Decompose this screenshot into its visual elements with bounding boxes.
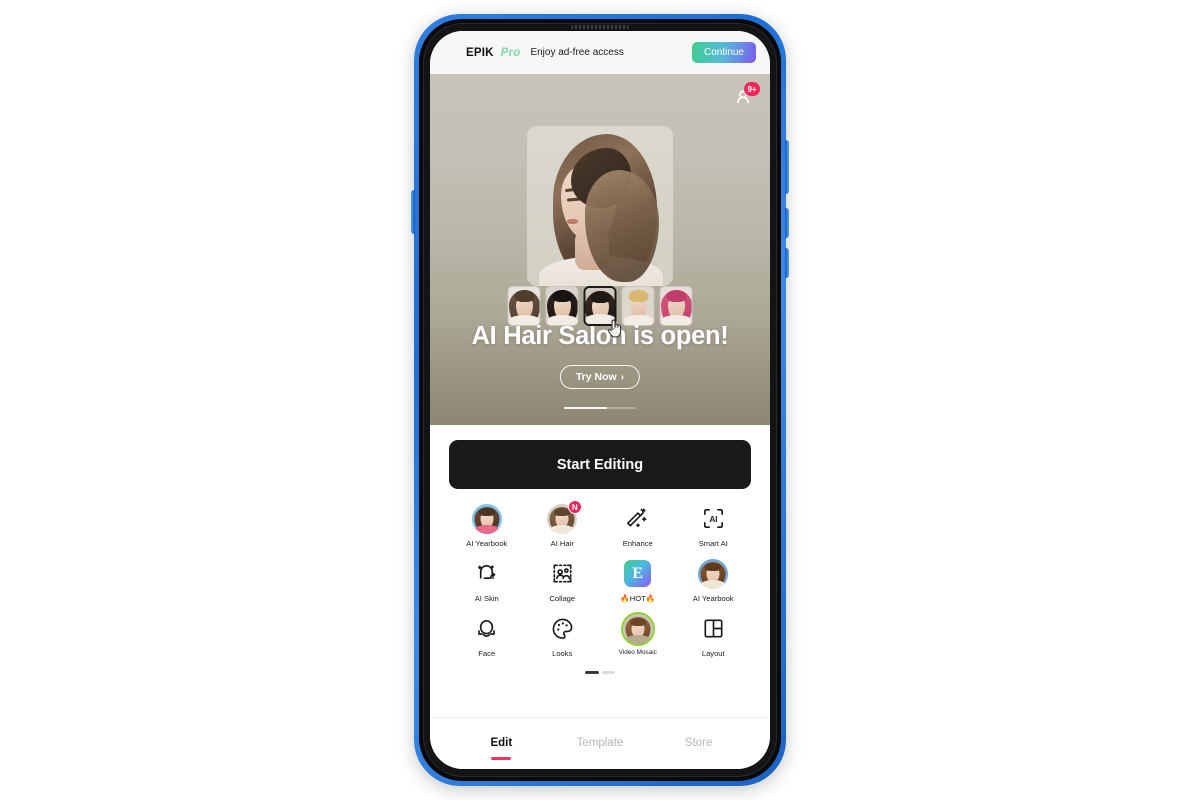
screenshot-stage: EPIK Pro Enjoy ad-free access Continue 9… xyxy=(0,0,1200,800)
hairstyle-thumbnail-4[interactable] xyxy=(621,286,655,326)
svg-text:AI: AI xyxy=(709,515,717,524)
phone-screen: EPIK Pro Enjoy ad-free access Continue 9… xyxy=(430,31,770,769)
tool-tile-label: Video Mosaic xyxy=(618,649,657,656)
tool-tile-hot[interactable]: E 🔥HOT🔥 xyxy=(600,558,676,603)
bottom-tab-bar: Edit Template Store xyxy=(430,717,770,769)
phone-earpiece-speaker xyxy=(571,25,629,29)
tool-grid-page-indicator xyxy=(449,671,751,674)
hairstyle-thumbnail-1[interactable] xyxy=(507,286,541,326)
ai-hair-avatar-icon: N xyxy=(547,500,582,534)
promo-tagline: Enjoy ad-free access xyxy=(530,47,624,58)
paint-palette-icon xyxy=(547,613,578,644)
tool-tile-label: AI Hair xyxy=(550,539,574,548)
tool-tile-ai-yearbook[interactable]: AI Yearbook xyxy=(449,503,525,548)
magic-wand-icon xyxy=(622,503,653,534)
pro-label: Pro xyxy=(500,46,521,59)
tool-tile-layout[interactable]: Layout xyxy=(676,613,752,658)
phone-power-button[interactable] xyxy=(785,140,789,194)
notification-bell-button[interactable]: 9+ xyxy=(730,82,760,112)
tool-tile-label: AI Skin xyxy=(474,594,499,603)
tool-tile-collage[interactable]: Collage xyxy=(525,558,601,603)
tool-tile-label: Looks xyxy=(552,649,573,658)
smart-ai-bracket-icon: AI xyxy=(698,503,729,534)
tool-tile-label: Collage xyxy=(549,594,576,603)
hero-model-image xyxy=(527,126,673,286)
face-outline-icon xyxy=(471,613,502,644)
tool-tile-face[interactable]: Face xyxy=(449,613,525,658)
tool-tile-label: AI Yearbook xyxy=(466,539,508,548)
collage-frame-icon xyxy=(547,558,578,589)
tool-tile-smart-ai[interactable]: AI Smart AI xyxy=(676,503,752,548)
start-editing-button[interactable]: Start Editing xyxy=(449,440,751,489)
try-now-button[interactable]: Try Now › xyxy=(559,365,641,389)
tool-tile-label: Face xyxy=(478,649,496,658)
hand-pointer-icon xyxy=(606,317,624,339)
hero-title: AI Hair Salon is open! xyxy=(471,322,729,350)
hairstyle-thumbnail-strip[interactable] xyxy=(507,286,693,326)
chevron-right-icon: › xyxy=(620,371,625,383)
main-content-sheet: Start Editing AI Yearbook N AI Hair Enhance… xyxy=(430,425,770,769)
continue-button[interactable]: Continue xyxy=(691,42,756,63)
hairstyle-thumbnail-5[interactable] xyxy=(659,286,693,326)
tool-tile-looks[interactable]: Looks xyxy=(525,613,601,658)
notification-count-badge: 9+ xyxy=(744,82,760,96)
phone-volume-down-button[interactable] xyxy=(785,248,789,278)
tab-template[interactable]: Template xyxy=(551,737,650,751)
tool-tile-label: Smart AI xyxy=(698,539,728,548)
tool-tile-ai-yearbook[interactable]: AI Yearbook xyxy=(676,558,752,603)
hero-carousel-indicator xyxy=(564,406,636,409)
phone-left-side-button[interactable] xyxy=(411,190,415,234)
epik-brand-label: EPIK xyxy=(466,46,494,59)
tool-tile-enhance[interactable]: Enhance xyxy=(600,503,676,548)
tool-tile-video-mosaic[interactable]: Video Mosaic xyxy=(600,613,676,658)
tool-tile-label: AI Yearbook xyxy=(692,594,734,603)
tool-tile-label: Enhance xyxy=(622,539,653,548)
ai-skin-face-icon: AI xyxy=(471,558,502,589)
new-badge: N xyxy=(567,500,582,514)
phone-volume-up-button[interactable] xyxy=(785,208,789,238)
tool-tile-ai-hair[interactable]: N AI Hair xyxy=(525,500,601,548)
ai-yearbook-avatar-icon-2 xyxy=(698,558,729,589)
tab-store[interactable]: Store xyxy=(649,737,748,751)
layout-grid-icon xyxy=(698,613,729,644)
pro-promo-banner: EPIK Pro Enjoy ad-free access Continue xyxy=(430,31,770,74)
tool-grid: AI Yearbook N AI Hair Enhance AI Smart AI AI AI… xyxy=(449,500,752,658)
tab-edit[interactable]: Edit xyxy=(452,737,551,751)
tool-tile-ai-skin[interactable]: AI AI Skin xyxy=(449,558,525,603)
hairstyle-thumbnail-2[interactable] xyxy=(545,286,579,326)
hero-banner[interactable]: 9+ AI Hair Salon is open! Try Now › xyxy=(430,74,770,425)
tool-tile-label: 🔥HOT🔥 xyxy=(620,594,656,603)
ai-yearbook-avatar-icon xyxy=(471,503,502,534)
try-now-label: Try Now xyxy=(575,371,617,383)
epik-e-logo-icon: E xyxy=(622,558,653,589)
tool-tile-label: Layout xyxy=(701,649,725,658)
video-mosaic-avatar-icon xyxy=(622,613,653,644)
